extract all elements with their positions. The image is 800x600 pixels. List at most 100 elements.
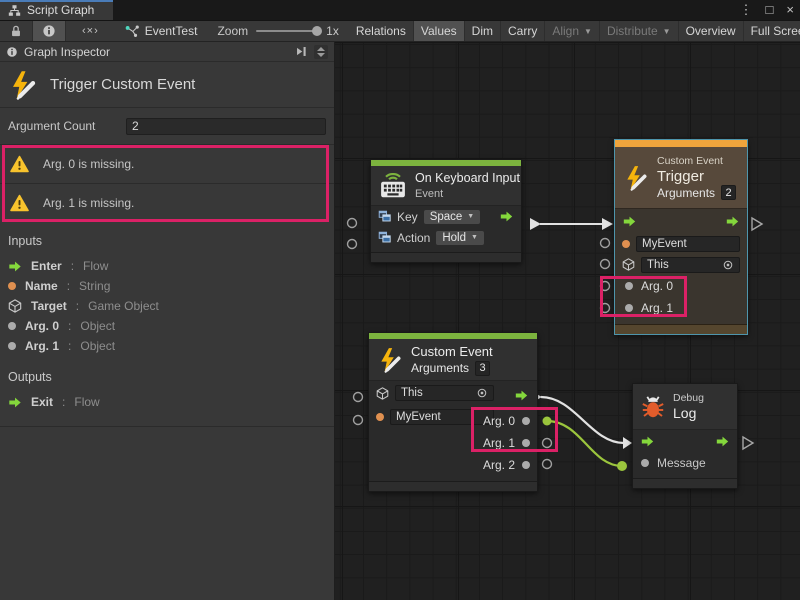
node-surtitle: Custom Event: [657, 155, 736, 168]
values-button[interactable]: Values: [414, 21, 465, 41]
node-title: On Keyboard Input: [415, 170, 520, 187]
keyboard-event-icon: [379, 173, 407, 199]
chevron-down-icon: [317, 53, 325, 57]
port-listener-target[interactable]: [354, 393, 363, 402]
flow-out-port[interactable]: [499, 210, 514, 223]
full-screen-label: Full Screen: [751, 24, 800, 38]
separator: :: [67, 279, 70, 293]
window-menu-icon[interactable]: ⋮: [740, 0, 753, 20]
flow-wire[interactable]: [541, 397, 624, 443]
node-surtitle: Debug: [673, 392, 704, 405]
node-on-keyboard-input[interactable]: On Keyboard Input Event Key Space▼ Actio…: [370, 159, 522, 263]
object-port-icon: [8, 342, 16, 350]
port-name: Enter: [31, 259, 62, 273]
port-trigger-target[interactable]: [601, 260, 610, 269]
action-dropdown[interactable]: Hold▼: [436, 231, 484, 245]
event-name-field[interactable]: MyEvent: [636, 236, 740, 252]
warning-text: Arg. 1 is missing.: [43, 196, 134, 210]
chevron-down-icon: ▼: [467, 213, 474, 220]
full-screen-button[interactable]: Full Screen: [744, 21, 800, 41]
flow-out-port[interactable]: [715, 435, 730, 448]
port-trigger-arg1[interactable]: [601, 304, 610, 313]
separator: :: [62, 395, 65, 409]
separator: :: [68, 339, 71, 353]
string-port-icon: [622, 240, 630, 248]
input-row-arg1: Arg. 1:Object: [0, 336, 334, 356]
dim-button[interactable]: Dim: [465, 21, 501, 41]
tab-script-graph[interactable]: Script Graph: [0, 0, 113, 20]
port-listener-arg2-out[interactable]: [543, 460, 552, 469]
key-dropdown[interactable]: Space▼: [424, 210, 481, 224]
node-subtitle: Event: [415, 187, 520, 201]
input-row-enter: Enter:Flow: [0, 256, 334, 276]
node-debug-log[interactable]: Debug Log Message: [632, 383, 738, 489]
zoom-slider-handle[interactable]: [312, 26, 322, 36]
key-row: Key Space▼: [371, 206, 521, 227]
bug-icon: [641, 395, 665, 419]
value-wire[interactable]: [547, 421, 622, 466]
object-port-icon: [641, 459, 649, 467]
keycode-icon: [378, 210, 391, 223]
gameobject-port-icon: [376, 387, 389, 400]
custom-event-icon: [8, 70, 38, 100]
port-debug-exit[interactable]: [743, 437, 753, 449]
graph-inspector-panel: Graph Inspector Trigger Custom Event Arg…: [0, 42, 335, 600]
port-listener-name[interactable]: [354, 416, 363, 425]
lock-icon: [9, 24, 23, 38]
relations-button[interactable]: Relations: [349, 21, 414, 41]
name-row: MyEvent: [615, 233, 747, 254]
port-listener-arg1-out[interactable]: [543, 439, 552, 448]
dock-panel-icon[interactable]: [295, 45, 308, 58]
chevron-down-icon: ▼: [584, 27, 592, 36]
string-port-icon: [376, 413, 384, 421]
graph-canvas[interactable]: On Keyboard Input Event Key Space▼ Actio…: [335, 42, 800, 600]
carry-button[interactable]: Carry: [501, 21, 545, 41]
inspector-header: Graph Inspector: [0, 42, 334, 62]
arguments-count-field[interactable]: 3: [475, 361, 490, 376]
node-header: Debug Log: [633, 384, 737, 430]
distribute-label: Distribute: [607, 24, 658, 38]
target-field[interactable]: This: [641, 257, 740, 273]
code-view-button[interactable]: ‹×›: [66, 21, 115, 41]
flow-out-port[interactable]: [725, 215, 740, 228]
port-trigger-arg0[interactable]: [601, 282, 610, 291]
port-name: Name: [25, 279, 58, 293]
argument-count-field[interactable]: 2: [126, 118, 326, 135]
graph-reference[interactable]: EventTest: [115, 21, 208, 41]
arguments-count-field[interactable]: 2: [721, 185, 736, 200]
target-picker-icon[interactable]: [476, 387, 488, 399]
distribute-button[interactable]: Distribute▼: [600, 21, 679, 41]
overview-button[interactable]: Overview: [679, 21, 744, 41]
inspector-toggle-button[interactable]: [33, 21, 66, 41]
port-keyboard-action[interactable]: [348, 240, 357, 249]
node-trigger-custom-event[interactable]: Custom Event Trigger Arguments2 MyEvent …: [614, 139, 748, 335]
event-name-field[interactable]: MyEvent: [390, 409, 494, 425]
flow-out-port[interactable]: [514, 389, 529, 402]
zoom-slider[interactable]: [256, 30, 318, 32]
port-keyboard-key[interactable]: [348, 219, 357, 228]
lock-button[interactable]: [0, 21, 33, 41]
warnings-section: Arg. 0 is missing. Arg. 1 is missing.: [0, 145, 334, 222]
arg-label: Arg. 0: [483, 414, 515, 428]
arguments-label: Arguments: [657, 185, 715, 201]
value-port-connected[interactable]: [543, 417, 552, 426]
dim-label: Dim: [472, 24, 493, 38]
arg-label: Arg. 1: [641, 301, 673, 315]
unit-title-section: Trigger Custom Event: [0, 62, 334, 108]
maximize-icon[interactable]: □: [766, 0, 774, 20]
close-icon[interactable]: ×: [786, 0, 794, 20]
target-picker-icon[interactable]: [722, 259, 734, 271]
align-button[interactable]: Align▼: [545, 21, 600, 41]
action-value: Hold: [442, 232, 466, 244]
panel-stepper[interactable]: [314, 45, 328, 59]
input-row-target: Target:Game Object: [0, 296, 334, 316]
node-custom-event[interactable]: Custom Event Arguments3 This MyEvent Arg…: [368, 332, 538, 492]
target-field[interactable]: This: [395, 385, 494, 401]
port-trigger-name[interactable]: [601, 239, 610, 248]
script-graph-icon: [8, 4, 21, 17]
port-trigger-exit[interactable]: [752, 218, 762, 230]
node-footer: [369, 481, 537, 491]
flow-in-port[interactable]: [622, 215, 637, 228]
key-label: Key: [397, 210, 418, 224]
flow-in-port[interactable]: [640, 435, 655, 448]
